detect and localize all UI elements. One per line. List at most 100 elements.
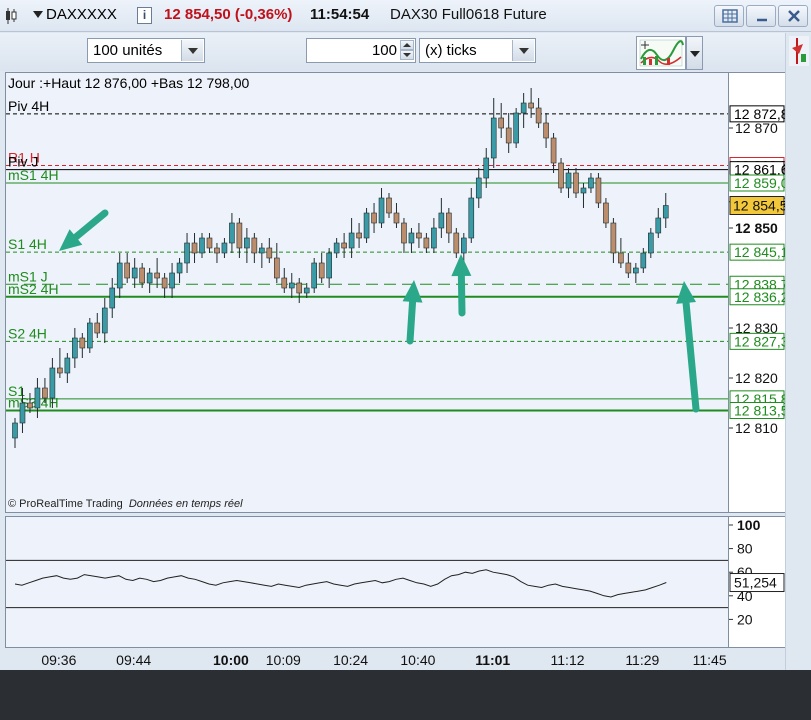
candle-body <box>273 257 280 279</box>
indicators-dropdown[interactable] <box>686 36 703 70</box>
rsi-chart[interactable] <box>6 517 729 648</box>
level-value-9: 12 813,50 <box>734 403 785 419</box>
price-axis-labels: 12 87012 855,2512 85012 83012 82012 8101… <box>729 105 785 436</box>
candle-body <box>281 277 288 289</box>
info-icon[interactable]: i <box>137 7 152 24</box>
close-icon <box>788 10 800 22</box>
annotation-arrowhead-2 <box>451 254 472 277</box>
spin-up-icon[interactable] <box>400 40 414 50</box>
candle-body <box>655 217 662 234</box>
price-chart-pane[interactable]: Piv 4H R1 H Piv JmS1 4H S1 4H mS1 JmS2 4H S2 … <box>5 72 729 513</box>
candle-body <box>565 172 572 189</box>
candle-body <box>505 127 512 144</box>
price-tick-label-2: 12 850 <box>735 220 778 236</box>
candle-body <box>348 232 355 249</box>
candle-body <box>618 252 624 264</box>
quantity-spinner[interactable] <box>400 40 414 61</box>
candle-body <box>438 212 445 229</box>
level-value-7: 12 827,33 <box>734 333 785 349</box>
quantity-value: 100 <box>371 42 397 59</box>
prorealtime-window: DAXXXXX i 12 854,50 (-0,36%) 11:54:54 DA… <box>0 0 811 670</box>
rsi-axis[interactable]: 100 80 60 40 20 51,254 <box>729 516 785 648</box>
candle-body <box>27 402 33 409</box>
candle-body <box>640 252 647 269</box>
candle-body <box>393 212 400 224</box>
candle-body <box>401 222 407 244</box>
candlestick-icon[interactable] <box>4 7 18 25</box>
time-axis-labels: 09:36 09:44 10:00 10:09 10:24 10:40 11:01 11:12… <box>41 652 726 668</box>
candle-body <box>131 267 138 279</box>
price-axis[interactable]: 12 87012 855,2512 85012 83012 82012 8101… <box>729 72 785 513</box>
time-label-1: 09:44 <box>116 652 151 668</box>
candle-body <box>588 177 594 189</box>
minimize-icon <box>757 18 767 22</box>
annotation-arrow-0 <box>72 209 109 241</box>
indicators-button[interactable] <box>636 36 686 70</box>
candle-body <box>57 367 63 374</box>
candle-body <box>431 227 437 249</box>
units-select[interactable]: 100 unités <box>87 38 205 63</box>
candle-body <box>363 212 370 239</box>
annotation-arrow-3 <box>682 299 700 413</box>
time-label-3: 10:09 <box>266 652 301 668</box>
candle-body <box>214 247 220 254</box>
grid-icon <box>722 9 738 23</box>
candle-body <box>87 322 93 349</box>
order-toolbar: 100 unités 100 (x) ticks <box>0 33 811 71</box>
candle-body <box>341 242 347 249</box>
candle-body <box>206 237 213 249</box>
candle-body <box>318 262 325 279</box>
symbol-label[interactable]: DAXXXXX <box>46 6 117 24</box>
chevron-down-icon[interactable] <box>512 40 534 61</box>
candle-body <box>453 232 460 254</box>
minimize-button[interactable] <box>746 5 776 27</box>
layout-grid-button[interactable] <box>714 5 744 27</box>
spin-down-icon[interactable] <box>400 50 414 60</box>
candle-body <box>326 252 332 279</box>
candle-body <box>558 162 564 189</box>
chevron-down-icon[interactable] <box>181 40 203 61</box>
candle-body <box>251 237 258 254</box>
level-label-4: S1 4H <box>8 236 47 252</box>
price-chart[interactable]: Piv 4HR1 HPiv JmS1 4HS1 4HmS1 JmS2 4HS2 … <box>6 73 729 513</box>
candle-body <box>124 262 130 279</box>
candle-body <box>244 237 250 249</box>
candle-body <box>12 422 18 439</box>
candle-body <box>64 357 71 374</box>
credit-brand: © ProRealTime Trading <box>8 498 123 510</box>
time-label-5: 10:40 <box>400 652 435 668</box>
os-taskbar <box>0 670 811 720</box>
price-tick-label-4: 12 820 <box>735 370 778 386</box>
candle-body <box>520 102 527 114</box>
candle-body <box>595 177 602 204</box>
candle-body <box>199 237 205 254</box>
candle-body <box>34 387 41 409</box>
annotation-arrowhead-1 <box>402 280 423 303</box>
candle-body <box>79 337 86 349</box>
candle-body <box>490 117 497 159</box>
candle-body <box>662 205 669 219</box>
candle-body <box>303 287 310 294</box>
rsi-pane[interactable] <box>5 516 729 648</box>
candle-body <box>513 112 519 144</box>
candle-body <box>416 232 422 239</box>
quantity-stepper[interactable]: 100 <box>306 38 416 63</box>
candle-body <box>550 137 557 164</box>
time-label-8: 11:29 <box>625 652 659 668</box>
daily-high-low: Jour :+Haut 12 876,00 +Bas 12 798,00 <box>8 75 250 91</box>
chevron-down-icon[interactable] <box>33 11 43 18</box>
candle-body <box>101 307 108 334</box>
candle-body <box>543 122 549 139</box>
rsi-tick-label-1: 80 <box>737 541 753 557</box>
chart-tools-icon[interactable] <box>789 36 809 66</box>
last-price-label: 12 854,50 <box>733 198 785 214</box>
time-axis[interactable]: 09:36 09:44 10:00 10:09 10:24 10:40 11:01 11:12… <box>5 650 729 670</box>
candle-body <box>191 242 198 254</box>
candle-body <box>475 177 482 199</box>
time-label-6: 11:01 <box>475 652 510 668</box>
candle-body <box>311 262 318 289</box>
rsi-line <box>14 569 667 598</box>
candle-body <box>154 272 160 279</box>
ticks-select[interactable]: (x) ticks <box>419 38 536 63</box>
close-button[interactable] <box>778 5 808 27</box>
